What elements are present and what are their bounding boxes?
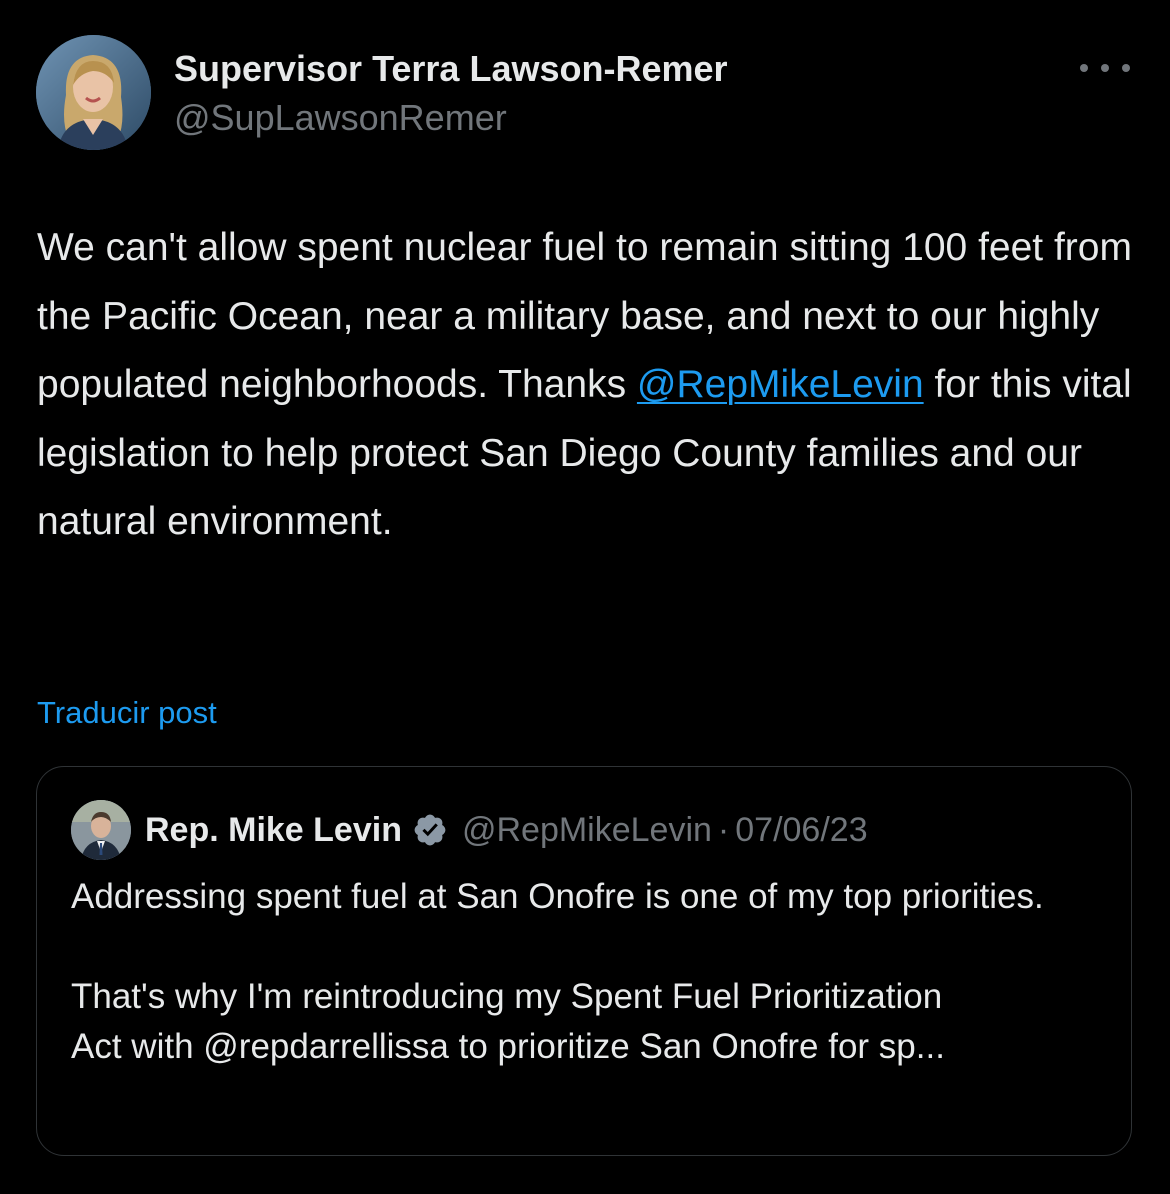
quoted-paragraph-2-line-1: That's why I'm reintroducing my Spent Fu…	[71, 977, 943, 1016]
author-handle[interactable]: @SupLawsonRemer	[174, 97, 507, 139]
author-avatar[interactable]	[36, 35, 151, 150]
verified-badge-icon	[412, 812, 448, 848]
post-header: Supervisor Terra Lawson-Remer @SupLawson…	[36, 35, 1136, 151]
quoted-paragraph-2-line-2: Act with @repdarrellissa to prioritize S…	[71, 1027, 945, 1066]
quoted-post-date[interactable]: 07/06/23	[735, 811, 867, 850]
mention-link[interactable]: @RepMikeLevin	[637, 363, 924, 406]
quoted-paragraph-1: Addressing spent fuel at San Onofre is o…	[71, 877, 1044, 916]
author-name[interactable]: Supervisor Terra Lawson-Remer	[174, 48, 728, 90]
more-options-icon[interactable]	[1080, 53, 1130, 83]
quoted-author-name[interactable]: Rep. Mike Levin	[145, 811, 402, 850]
separator-dot: ·	[717, 810, 730, 849]
translate-post-link[interactable]: Traducir post	[37, 695, 217, 731]
quoted-post-card[interactable]: Rep. Mike Levin @RepMikeLevin · 07/06/23…	[36, 766, 1132, 1156]
quoted-post-header: Rep. Mike Levin @RepMikeLevin · 07/06/23	[71, 799, 868, 861]
post-text: We can't allow spent nuclear fuel to rem…	[37, 214, 1142, 557]
more-dot	[1080, 64, 1088, 72]
quoted-author-avatar[interactable]	[71, 800, 131, 860]
quoted-post-text: Addressing spent fuel at San Onofre is o…	[71, 872, 1111, 1072]
more-dot	[1101, 64, 1109, 72]
quoted-author-handle[interactable]: @RepMikeLevin	[462, 811, 712, 850]
more-dot	[1122, 64, 1130, 72]
